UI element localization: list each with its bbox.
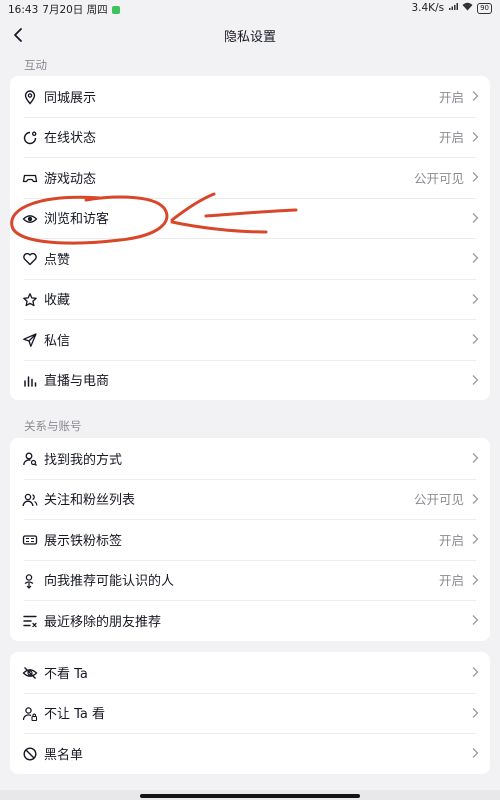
setting-value: 开启: [438, 573, 464, 589]
setting-label: 同城展示: [44, 90, 97, 106]
setting-row-browse-visitors[interactable]: 浏览和访客: [10, 197, 490, 239]
home-indicator[interactable]: [140, 794, 360, 798]
setting-row-blacklist[interactable]: 黑名单: [10, 733, 490, 774]
chevron-right-icon: [470, 493, 480, 505]
setting-value: 开启: [438, 532, 464, 548]
chevron-right-icon: [470, 171, 480, 183]
chevron-right-icon: [470, 212, 480, 224]
setting-row-hide-ta[interactable]: 不看 Ta: [10, 652, 490, 693]
nav-bar: 隐私设置: [0, 18, 500, 52]
setting-value: 公开可见: [413, 170, 464, 186]
users-icon: [22, 492, 38, 508]
setting-label: 在线状态: [44, 131, 97, 147]
section-label-relations: 关系与账号: [24, 419, 82, 433]
setting-row-recommend-acquaintances[interactable]: 向我推荐可能认识的人 开启: [10, 559, 490, 601]
gamepad-icon: [22, 170, 38, 186]
location-icon: [22, 89, 38, 105]
setting-row-find-me[interactable]: 找到我的方式: [10, 438, 490, 479]
setting-row-removed-friend-suggestions[interactable]: 最近移除的朋友推荐: [10, 600, 490, 641]
find-user-icon: [22, 451, 38, 467]
chevron-right-icon: [470, 293, 480, 305]
heart-icon: [22, 251, 38, 267]
setting-label: 黑名单: [44, 747, 84, 763]
chevron-right-icon: [470, 574, 480, 586]
setting-row-live-commerce[interactable]: 直播与电商: [10, 359, 490, 401]
wifi-icon: [462, 2, 473, 14]
setting-label: 私信: [44, 333, 71, 349]
setting-label: 浏览和访客: [44, 212, 110, 228]
chevron-right-icon: [470, 747, 480, 759]
setting-label: 游戏动态: [44, 171, 97, 187]
chevron-right-icon: [470, 374, 480, 386]
setting-row-online-status[interactable]: 在线状态 开启: [10, 116, 490, 158]
setting-row-messages[interactable]: 私信: [10, 319, 490, 360]
setting-row-local-display[interactable]: 同城展示 开启: [10, 76, 490, 117]
setting-label: 点赞: [44, 252, 71, 268]
chevron-right-icon: [470, 707, 480, 719]
online-status-icon: [22, 130, 38, 146]
setting-label: 直播与电商: [44, 374, 110, 390]
setting-row-game-activity[interactable]: 游戏动态 公开可见: [10, 157, 490, 198]
setting-label: 向我推荐可能认识的人: [44, 574, 175, 590]
star-icon: [22, 292, 38, 308]
setting-value: 公开可见: [413, 492, 464, 508]
relations-card: 找到我的方式 关注和粉丝列表 公开可见 展示铁粉标签 开启 向我推荐可能认识的人…: [10, 438, 490, 641]
recommend-user-icon: [22, 573, 38, 589]
chevron-right-icon: [470, 666, 480, 678]
setting-value: 开启: [438, 89, 464, 105]
remove-list-icon: [22, 613, 38, 629]
status-date: 7月20日 周四: [42, 4, 108, 16]
chevron-right-icon: [470, 533, 480, 545]
setting-label: 关注和粉丝列表: [44, 493, 136, 509]
user-lock-icon: [22, 706, 38, 722]
network-speed: 3.4K/s: [411, 2, 445, 14]
notification-dot-icon: [111, 5, 120, 14]
status-time: 16:43: [8, 3, 39, 16]
battery-icon: 90: [477, 2, 492, 14]
status-bar: 16:43 7月20日 周四 3.4K/s 90: [0, 0, 500, 16]
setting-row-favorites[interactable]: 收藏: [10, 278, 490, 320]
eye-off-icon: [22, 665, 38, 681]
page-title: 隐私设置: [223, 30, 276, 45]
chevron-right-icon: [470, 90, 480, 102]
section-label-interaction: 互动: [24, 58, 47, 72]
chevron-right-icon: [470, 614, 480, 626]
setting-label: 不让 Ta 看: [44, 707, 106, 723]
setting-row-likes[interactable]: 点赞: [10, 238, 490, 279]
send-icon: [22, 332, 38, 348]
setting-label: 不看 Ta: [44, 666, 88, 682]
setting-row-fan-badge[interactable]: 展示铁粉标签 开启: [10, 519, 490, 560]
eye-icon: [22, 211, 38, 227]
status-right: 3.4K/s 90: [411, 2, 492, 14]
setting-label: 最近移除的朋友推荐: [44, 614, 162, 630]
interaction-card: 同城展示 开启 在线状态 开启 游戏动态 公开可见 浏览和访客 点赞 收藏 私信: [10, 76, 490, 400]
chevron-right-icon: [470, 131, 480, 143]
block-icon: [22, 746, 38, 762]
setting-value: 开启: [438, 130, 464, 146]
status-left: 16:43 7月20日 周四: [8, 2, 120, 17]
setting-row-follow-fans-list[interactable]: 关注和粉丝列表 公开可见: [10, 478, 490, 520]
fan-badge-icon: [22, 532, 38, 548]
live-bars-icon: [22, 373, 38, 389]
setting-label: 展示铁粉标签: [44, 533, 123, 549]
blocking-card: 不看 Ta 不让 Ta 看 黑名单: [10, 652, 490, 774]
setting-label: 找到我的方式: [44, 452, 123, 468]
chevron-right-icon: [470, 252, 480, 264]
setting-label: 收藏: [44, 293, 71, 309]
chevron-right-icon: [470, 333, 480, 345]
signal-icon: [448, 2, 459, 14]
setting-row-block-ta-viewing[interactable]: 不让 Ta 看: [10, 692, 490, 734]
chevron-right-icon: [470, 452, 480, 464]
